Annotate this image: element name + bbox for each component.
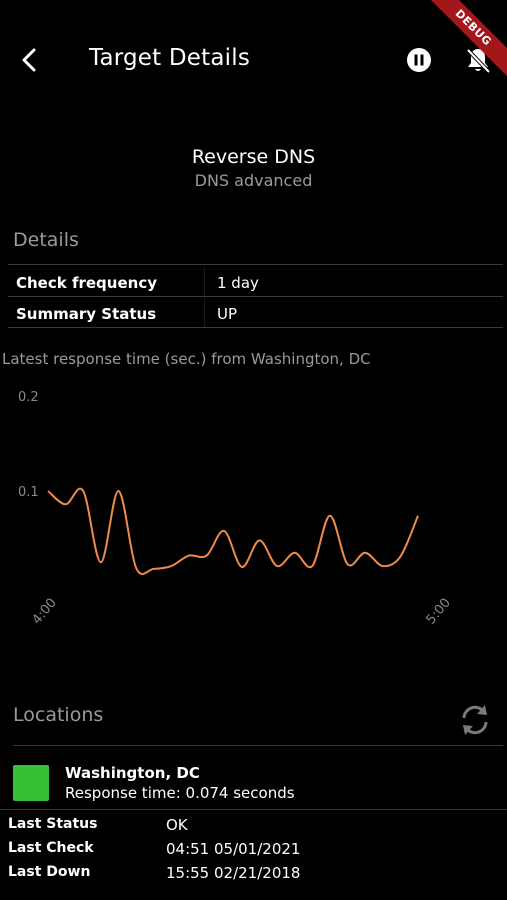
info-value: OK <box>166 816 188 834</box>
divider <box>8 327 503 328</box>
info-value: 04:51 05/01/2021 <box>166 840 301 858</box>
divider <box>8 264 503 265</box>
detail-row-frequency: Check frequency 1 day <box>8 267 503 297</box>
divider <box>0 809 507 810</box>
location-status-indicator <box>13 765 49 801</box>
x-tick-label: 4:00 <box>30 596 60 628</box>
detail-value: UP <box>217 305 238 323</box>
info-label: Last Down <box>8 864 91 880</box>
refresh-icon <box>462 705 488 735</box>
refresh-button[interactable] <box>456 701 494 739</box>
column-divider <box>204 267 205 297</box>
locations-header: Locations <box>13 704 104 726</box>
y-tick-label: 0.1 <box>18 485 39 500</box>
divider <box>13 745 503 746</box>
chart-caption: Latest response time (sec.) from Washing… <box>2 350 371 368</box>
x-tick-label: 5:00 <box>424 596 454 628</box>
location-name: Washington, DC <box>65 764 200 782</box>
column-divider <box>204 298 205 328</box>
info-value: 15:55 02/21/2018 <box>166 864 301 882</box>
info-row-last-status: Last Status OK <box>0 816 507 840</box>
detail-label: Summary Status <box>16 305 157 323</box>
back-arrow-icon <box>22 48 36 72</box>
y-tick-label: 0.2 <box>18 390 39 405</box>
page-title: Target Details <box>89 45 251 71</box>
target-type: DNS advanced <box>194 171 313 190</box>
target-name: Reverse DNS <box>191 146 316 168</box>
detail-label: Check frequency <box>16 274 157 292</box>
app-bar: Target Details DEBUG <box>0 0 507 120</box>
response-time-chart: 0.1 0.2 4:00 5:00 <box>18 390 454 628</box>
detail-value: 1 day <box>217 274 259 292</box>
info-row-last-check: Last Check 04:51 05/01/2021 <box>0 840 507 864</box>
details-header: Details <box>13 229 79 251</box>
pause-icon <box>407 48 431 72</box>
divider <box>8 296 503 297</box>
info-label: Last Check <box>8 840 94 856</box>
back-button[interactable] <box>14 44 46 76</box>
pause-button[interactable] <box>405 46 433 74</box>
response-time-line <box>47 487 419 576</box>
location-response-time: Response time: 0.074 seconds <box>65 784 295 802</box>
detail-row-status: Summary Status UP <box>8 298 503 328</box>
info-label: Last Status <box>8 816 98 832</box>
info-row-last-down: Last Down 15:55 02/21/2018 <box>0 864 507 888</box>
